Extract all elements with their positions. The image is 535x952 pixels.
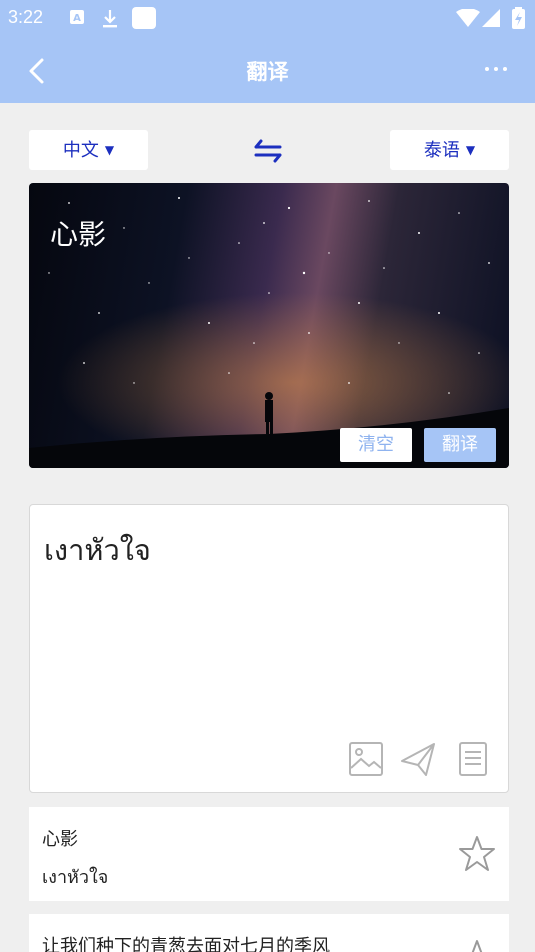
a-notification-icon: A [70, 10, 84, 24]
history-target-text: เงาหัวใจ [42, 867, 109, 888]
page-title: 翻译 [246, 60, 289, 84]
app-bar: 翻译 [0, 36, 535, 103]
send-icon[interactable] [400, 741, 436, 777]
history-source-text: 让我们种下的青葱去面对七月的季风 [42, 936, 330, 952]
history-source-text: 心影 [42, 829, 78, 850]
source-language-label: 中文 [62, 140, 99, 161]
square-app-icon [132, 7, 156, 29]
result-area: เงาหัวใจ [29, 504, 509, 793]
more-dots-icon[interactable] [481, 56, 511, 86]
clear-button[interactable]: 清空 [340, 428, 412, 462]
history-item[interactable]: 让我们种下的青葱去面对七月的季风 [29, 914, 509, 952]
document-icon[interactable] [456, 741, 490, 777]
status-bar: 3:22 A [0, 0, 535, 36]
image-icon[interactable] [348, 741, 384, 777]
status-time: 3:22 [8, 7, 44, 27]
source-input-area[interactable]: 心影 清空 翻译 [29, 183, 509, 468]
result-text: เงาหัวใจ [44, 533, 151, 567]
caret-down-icon: ▼ [465, 143, 476, 157]
target-language-label: 泰语 [423, 140, 460, 161]
swap-arrows-icon[interactable] [250, 138, 286, 164]
download-icon [103, 10, 117, 28]
star-outline-icon[interactable] [457, 938, 497, 952]
signal-icon [482, 9, 500, 27]
source-text: 心影 [50, 218, 107, 251]
source-language-select[interactable]: 中文 ▼ [29, 130, 148, 170]
translate-button[interactable]: 翻译 [424, 428, 496, 462]
history-item[interactable]: 心影 เงาหัวใจ [29, 807, 509, 901]
caret-down-icon: ▼ [104, 143, 115, 157]
target-language-select[interactable]: 泰语 ▼ [390, 130, 509, 170]
svg-text:A: A [73, 13, 81, 24]
battery-charging-icon [512, 7, 525, 29]
wifi-icon [456, 9, 480, 27]
star-outline-icon[interactable] [457, 834, 497, 874]
